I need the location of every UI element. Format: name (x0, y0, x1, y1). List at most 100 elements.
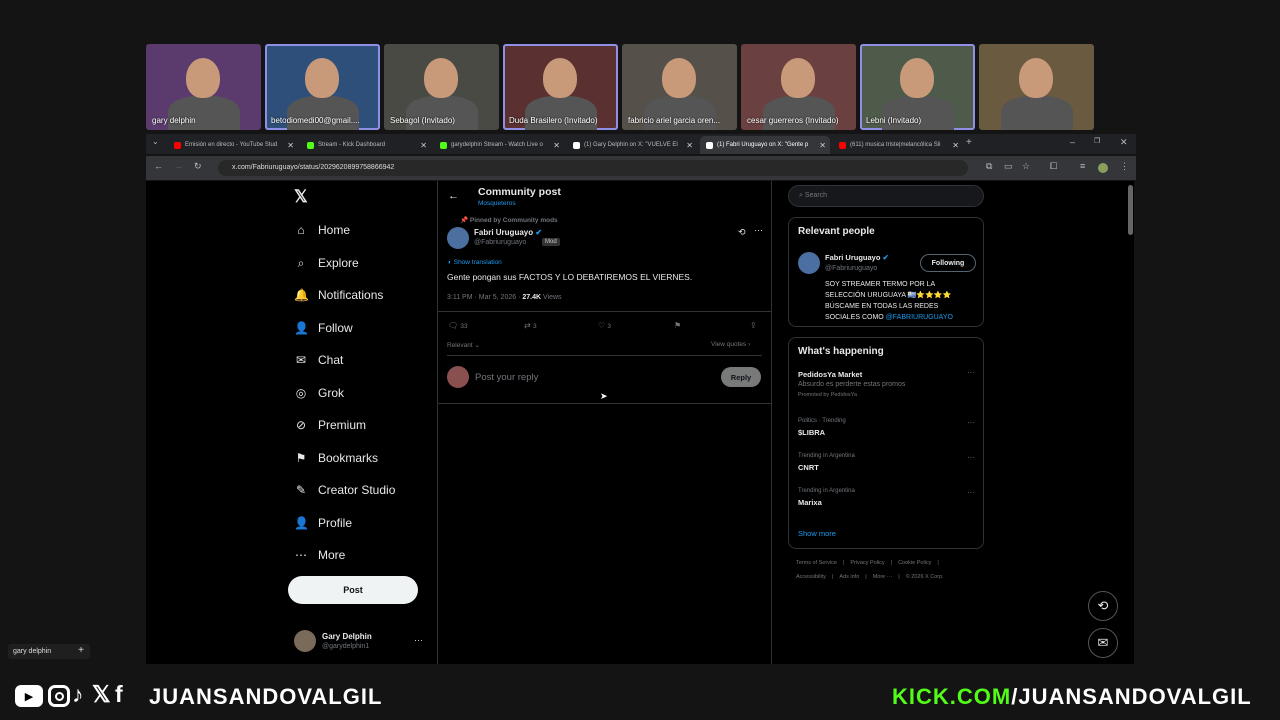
repost-action[interactable]: ⇄ 3 (524, 321, 537, 330)
participant-tile[interactable]: Lebni (Invitado) (860, 44, 975, 130)
back-arrow-icon[interactable]: ← (448, 190, 459, 202)
footer-link[interactable]: Privacy Policy (850, 560, 884, 566)
post-button[interactable]: Post (288, 576, 418, 604)
reply-button[interactable]: Reply (721, 367, 761, 387)
bookmark-star-icon[interactable]: ☆ (1022, 161, 1030, 172)
participant-tile[interactable]: betodiomedi00@gmail.... (265, 44, 380, 130)
new-tab-icon[interactable]: + (966, 137, 972, 148)
menu-kebab-icon[interactable]: ⋮ (1120, 161, 1129, 172)
browser-tab[interactable]: Stream - Kick Dashboard ✕ (301, 136, 431, 154)
nav-item-creator-studio[interactable]: ✎ Creator Studio (294, 483, 395, 497)
nav-item-grok[interactable]: ◎ Grok (294, 386, 344, 400)
facebook-icon: f (115, 681, 123, 707)
address-bar-row: ← → ↻ x.com/Fabriuruguayo/status/2029620… (146, 156, 1136, 180)
footer-link[interactable]: Accessibility (796, 574, 826, 580)
person-avatar[interactable] (798, 252, 820, 274)
tab-close-icon[interactable]: ✕ (287, 141, 294, 150)
tab-close-icon[interactable]: ✕ (686, 141, 693, 150)
participant-name: cesar guerreros (Invitado) (747, 116, 839, 125)
community-link[interactable]: Mosqueteros (478, 200, 516, 207)
tab-close-icon[interactable]: ✕ (819, 141, 826, 150)
browser-tab[interactable]: Emisión en directo - YouTube Stud ✕ (168, 136, 298, 154)
participant-tile[interactable]: gary delphin (146, 44, 261, 130)
tab-close-icon[interactable]: ✕ (553, 141, 560, 150)
profile-avatar-icon[interactable] (1098, 163, 1108, 173)
trend-more-icon[interactable]: ··· (967, 488, 975, 497)
reply-input[interactable]: Post your reply (475, 372, 538, 383)
media-icon[interactable]: ≡ (1080, 161, 1085, 171)
x-logo-icon[interactable]: 𝕏 (294, 187, 308, 207)
restore-icon[interactable]: ❐ (1094, 137, 1100, 145)
sort-replies-dropdown[interactable]: Relevant ⌄ (447, 341, 480, 349)
nav-item-profile[interactable]: 👤 Profile (294, 516, 352, 530)
scrollbar[interactable] (1128, 185, 1133, 235)
browser-tab[interactable]: (1) Fabri Uruguayo on X: "Gente p ✕ (700, 136, 830, 154)
like-action[interactable]: ♡ 3 (598, 321, 611, 330)
trend-more-icon[interactable]: ··· (967, 453, 975, 462)
back-icon[interactable]: ← (154, 161, 163, 171)
nav-item-premium[interactable]: ⊘ Premium (294, 418, 366, 432)
nav-label: Follow (318, 320, 353, 335)
footer-link[interactable]: © 2026 X Corp. (906, 574, 944, 580)
nav-item-notifications[interactable]: 🔔 Notifications (294, 288, 383, 302)
search-input[interactable]: ⌕ Search (788, 185, 984, 207)
browser-tab[interactable]: (1) Gary Delphin on X: "VUELVE El ✕ (567, 136, 697, 154)
tab-list-icon[interactable]: ⌄ (152, 137, 159, 146)
bookmark-action-icon[interactable]: ⚑ (674, 321, 681, 330)
view-quotes-link[interactable]: View quotes › (711, 341, 750, 348)
nav-item-more[interactable]: ⋯ More (294, 548, 345, 562)
footer-link[interactable]: More ··· (873, 574, 893, 580)
bio-link[interactable]: @FABRIURUGUAYO (886, 314, 953, 321)
footer-link[interactable]: Ads info (839, 574, 859, 580)
verified-icon: ✔ (882, 253, 889, 262)
account-switcher[interactable]: Gary Delphin @garydelphin1 ··· (294, 630, 423, 652)
person-name[interactable]: Fabri Uruguayo ✔ (825, 253, 889, 262)
participant-name: Lebni (Invitado) (866, 116, 922, 125)
grok-floating-icon[interactable]: ⟲ (1088, 591, 1118, 621)
show-more-link[interactable]: Show more (798, 529, 836, 538)
tiktok-icon: ♪ (72, 681, 84, 707)
post-more-icon[interactable]: ··· (754, 225, 763, 235)
browser-tab[interactable]: garydelphin Stream - Watch Live o ✕ (434, 136, 564, 154)
translate-icon[interactable]: ⧉ (986, 161, 992, 172)
account-more-icon[interactable]: ··· (414, 635, 423, 645)
trend-more-icon[interactable]: ··· (967, 368, 975, 377)
nav-label: Notifications (318, 288, 384, 302)
follow-icon: 👤 (294, 320, 309, 335)
tab-close-icon[interactable]: ✕ (952, 141, 959, 150)
participant-tile[interactable]: Sebagol (Invitado) (384, 44, 499, 130)
nav-item-home[interactable]: ⌂ Home (294, 223, 350, 237)
reply-action[interactable]: 🗨 33 (448, 321, 468, 330)
nav-item-explore[interactable]: ⌕ Explore (294, 256, 359, 271)
show-translation-link[interactable]: ◐ Show translation (448, 259, 502, 266)
nav-item-chat[interactable]: ✉ Chat (294, 353, 343, 367)
nav-item-bookmarks[interactable]: ⚑ Bookmarks (294, 451, 378, 465)
following-button[interactable]: Following (920, 254, 976, 272)
forward-icon[interactable]: → (174, 161, 183, 171)
footer-link[interactable]: Cookie Policy (898, 560, 931, 566)
nav-item-follow[interactable]: 👤 Follow (294, 321, 353, 335)
share-action-icon[interactable]: ⇪ (750, 321, 757, 330)
participant-tile[interactable] (979, 44, 1094, 130)
author-name[interactable]: Fabri Uruguayo ✔ (474, 228, 542, 237)
browser-tab[interactable]: (611) musica triste|melancólica Sli ✕ (833, 136, 963, 154)
footer-link[interactable]: Terms of Service (796, 560, 837, 566)
reload-icon[interactable]: ↻ (194, 161, 202, 172)
messages-floating-icon[interactable]: ✉ (1088, 628, 1118, 658)
post-meta: 3:11 PM · Mar 5, 2026 · 27.4K Views (447, 294, 562, 301)
close-window-icon[interactable]: ✕ (1120, 137, 1128, 148)
minimize-icon[interactable]: – (1070, 137, 1075, 147)
tab-close-icon[interactable]: ✕ (420, 141, 427, 150)
grok-icon[interactable]: ⟲ (738, 227, 746, 238)
author-avatar[interactable] (447, 227, 469, 249)
extensions-icon[interactable]: ⧠ (1050, 161, 1057, 172)
participant-tile[interactable]: Duda Brasilero (Invitado) (503, 44, 618, 130)
url-field[interactable]: x.com/Fabriuruguayo/status/2029620899758… (218, 160, 968, 176)
participant-tile[interactable]: fabricio ariel garcia oren... (622, 44, 737, 130)
trend-more-icon[interactable]: ··· (967, 418, 975, 427)
person-bio: SOY STREAMER TERMO POR LA SELECCIÓN URUG… (825, 281, 953, 321)
divider (447, 355, 762, 356)
participant-strip: gary delphin betodiomedi00@gmail.... Sebag… (146, 44, 1134, 130)
participant-tile[interactable]: cesar guerreros (Invitado) (741, 44, 856, 130)
cast-icon[interactable]: ▭ (1004, 161, 1013, 172)
